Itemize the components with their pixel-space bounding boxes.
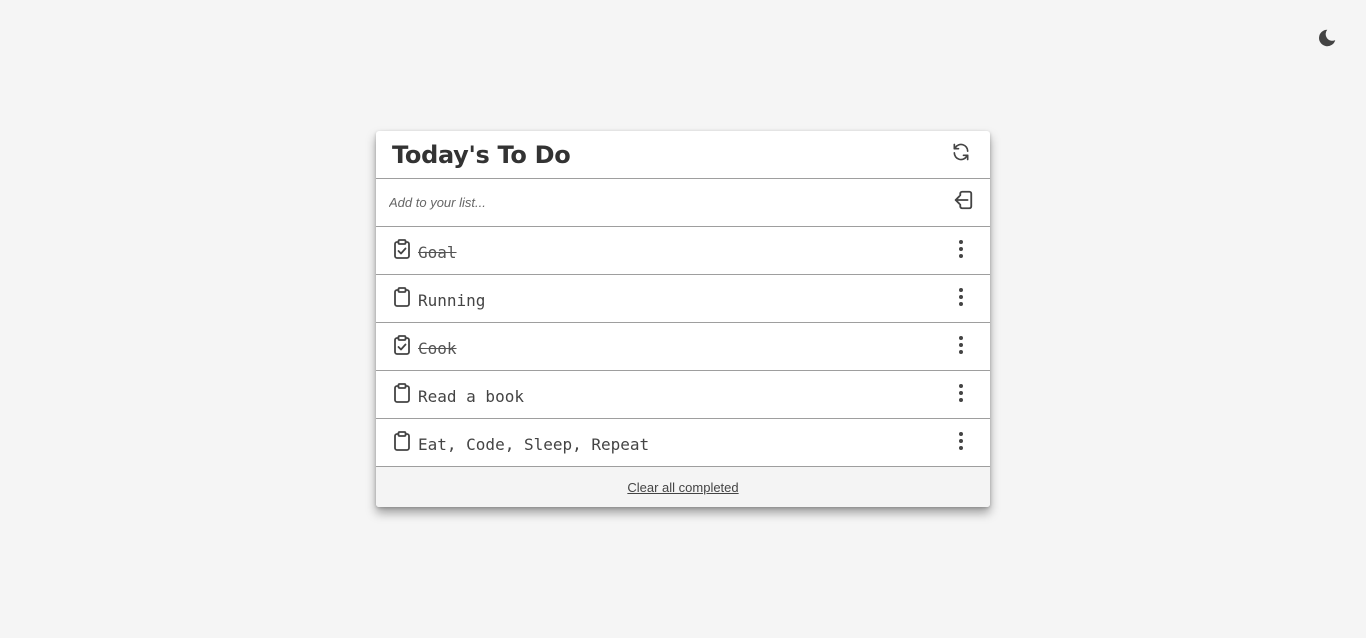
more-options-icon[interactable] [948, 236, 974, 262]
todo-text: Eat, Code, Sleep, Repeat [418, 434, 650, 454]
card-footer: Clear all completed [376, 467, 990, 507]
card-header: Today's To Do [376, 131, 990, 179]
add-todo-input[interactable] [389, 195, 909, 210]
clipboard-icon[interactable] [392, 286, 412, 308]
refresh-icon [951, 142, 971, 167]
more-options-icon[interactable] [948, 428, 974, 454]
todo-card: Today's To Do GoalRun [376, 131, 990, 507]
todo-text: Goal [418, 242, 457, 262]
add-row [376, 179, 990, 227]
enter-icon [952, 189, 974, 216]
todo-text: Cook [418, 338, 457, 358]
more-options-icon[interactable] [948, 284, 974, 310]
refresh-button[interactable] [948, 142, 974, 168]
clipboard-icon[interactable] [392, 430, 412, 452]
todo-item[interactable]: Running [376, 275, 990, 323]
clipboard-check-icon[interactable] [392, 238, 412, 260]
todo-text: Read a book [418, 386, 524, 406]
todo-item[interactable]: Eat, Code, Sleep, Repeat [376, 419, 990, 467]
add-todo-button[interactable] [950, 190, 976, 216]
todo-item[interactable]: Read a book [376, 371, 990, 419]
more-options-icon[interactable] [948, 380, 974, 406]
todo-item[interactable]: Goal [376, 227, 990, 275]
clipboard-check-icon[interactable] [392, 334, 412, 356]
todo-list: Goal Running Cook Read a book Eat, Code, Sle… [376, 227, 990, 467]
moon-icon [1317, 28, 1337, 53]
theme-toggle-button[interactable] [1314, 27, 1340, 53]
more-options-icon[interactable] [948, 332, 974, 358]
todo-item[interactable]: Cook [376, 323, 990, 371]
todo-text: Running [418, 290, 486, 310]
clear-completed-link[interactable]: Clear all completed [627, 480, 738, 495]
page-title: Today's To Do [392, 140, 571, 169]
clipboard-icon[interactable] [392, 382, 412, 404]
